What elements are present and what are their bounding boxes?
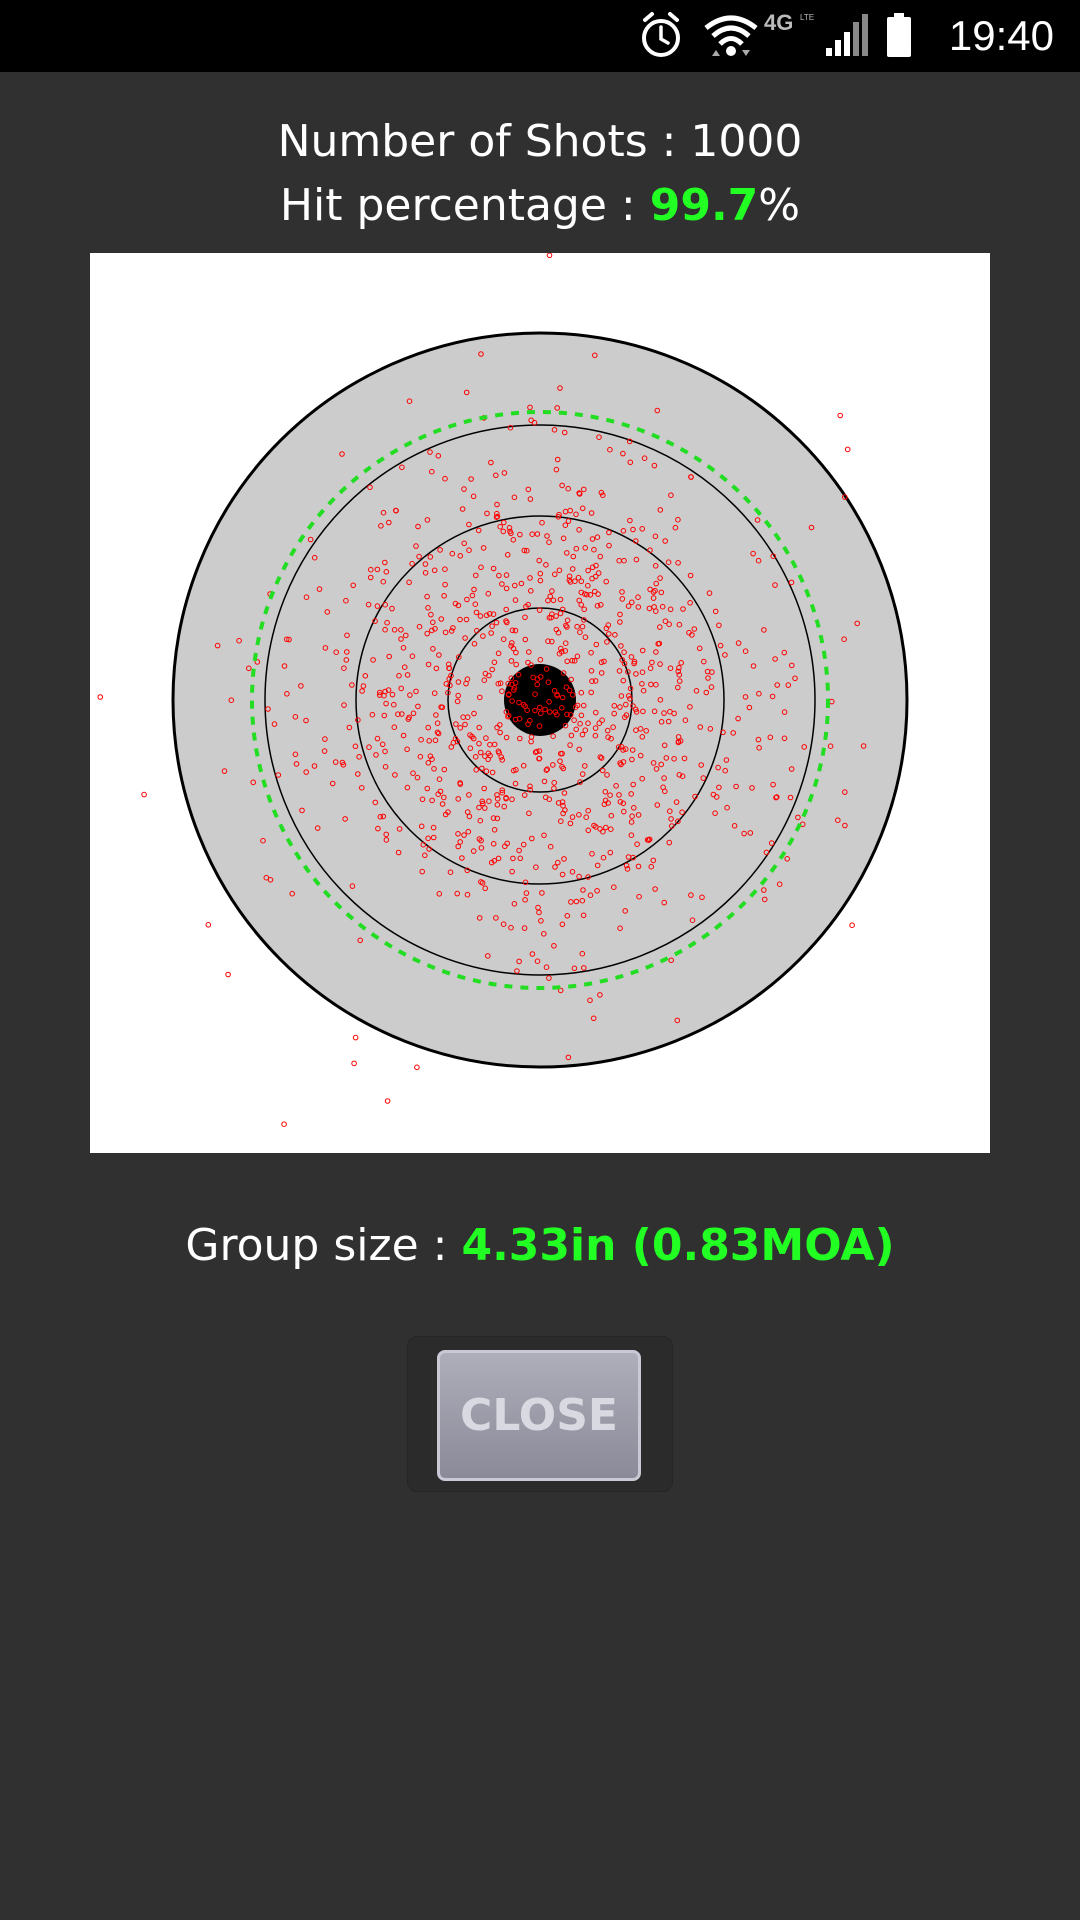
hit-value: 99.7 bbox=[649, 180, 759, 231]
alarm-clock-icon bbox=[642, 12, 680, 57]
target-chart bbox=[90, 253, 990, 1153]
shots-value: 1000 bbox=[690, 116, 803, 167]
shot-marker bbox=[352, 1034, 359, 1041]
hit-label: Hit percentage : bbox=[279, 180, 650, 231]
battery-icon bbox=[887, 13, 911, 57]
shot-marker bbox=[844, 446, 851, 453]
shot-marker bbox=[849, 922, 855, 929]
group-size-line: Group size : 4.33in (0.83MOA) bbox=[0, 1218, 1080, 1274]
wifi-icon bbox=[704, 15, 758, 56]
close-button[interactable]: CLOSE bbox=[437, 1350, 641, 1481]
group-value: 4.33in (0.83MOA) bbox=[461, 1220, 895, 1271]
target-svg bbox=[97, 253, 909, 1128]
shot-marker bbox=[225, 971, 231, 978]
shot-marker bbox=[837, 412, 844, 419]
clock: 19:40 bbox=[948, 12, 1054, 59]
shot-marker bbox=[384, 1098, 391, 1104]
shot-marker bbox=[141, 791, 147, 798]
shot-marker bbox=[414, 1064, 420, 1071]
status-bar: 4G LTE 19:40 bbox=[0, 0, 1080, 72]
cell-signal-icon bbox=[826, 14, 868, 56]
shot-marker bbox=[351, 1060, 357, 1067]
network-subtype-label: LTE bbox=[800, 13, 815, 22]
hit-suffix: % bbox=[758, 180, 801, 231]
shot-marker bbox=[281, 1121, 287, 1128]
shot-marker bbox=[205, 922, 212, 928]
shots-label: Number of Shots : bbox=[277, 116, 691, 167]
shots-count-line: Number of Shots : 1000 bbox=[0, 114, 1080, 170]
network-type-label: 4G bbox=[764, 10, 794, 35]
group-label: Group size : bbox=[185, 1220, 462, 1271]
hit-percentage-line: Hit percentage : 99.7% bbox=[0, 178, 1080, 234]
shot-marker bbox=[97, 694, 104, 700]
network-type-icon: 4G LTE bbox=[764, 12, 824, 52]
shot-marker bbox=[546, 253, 553, 259]
